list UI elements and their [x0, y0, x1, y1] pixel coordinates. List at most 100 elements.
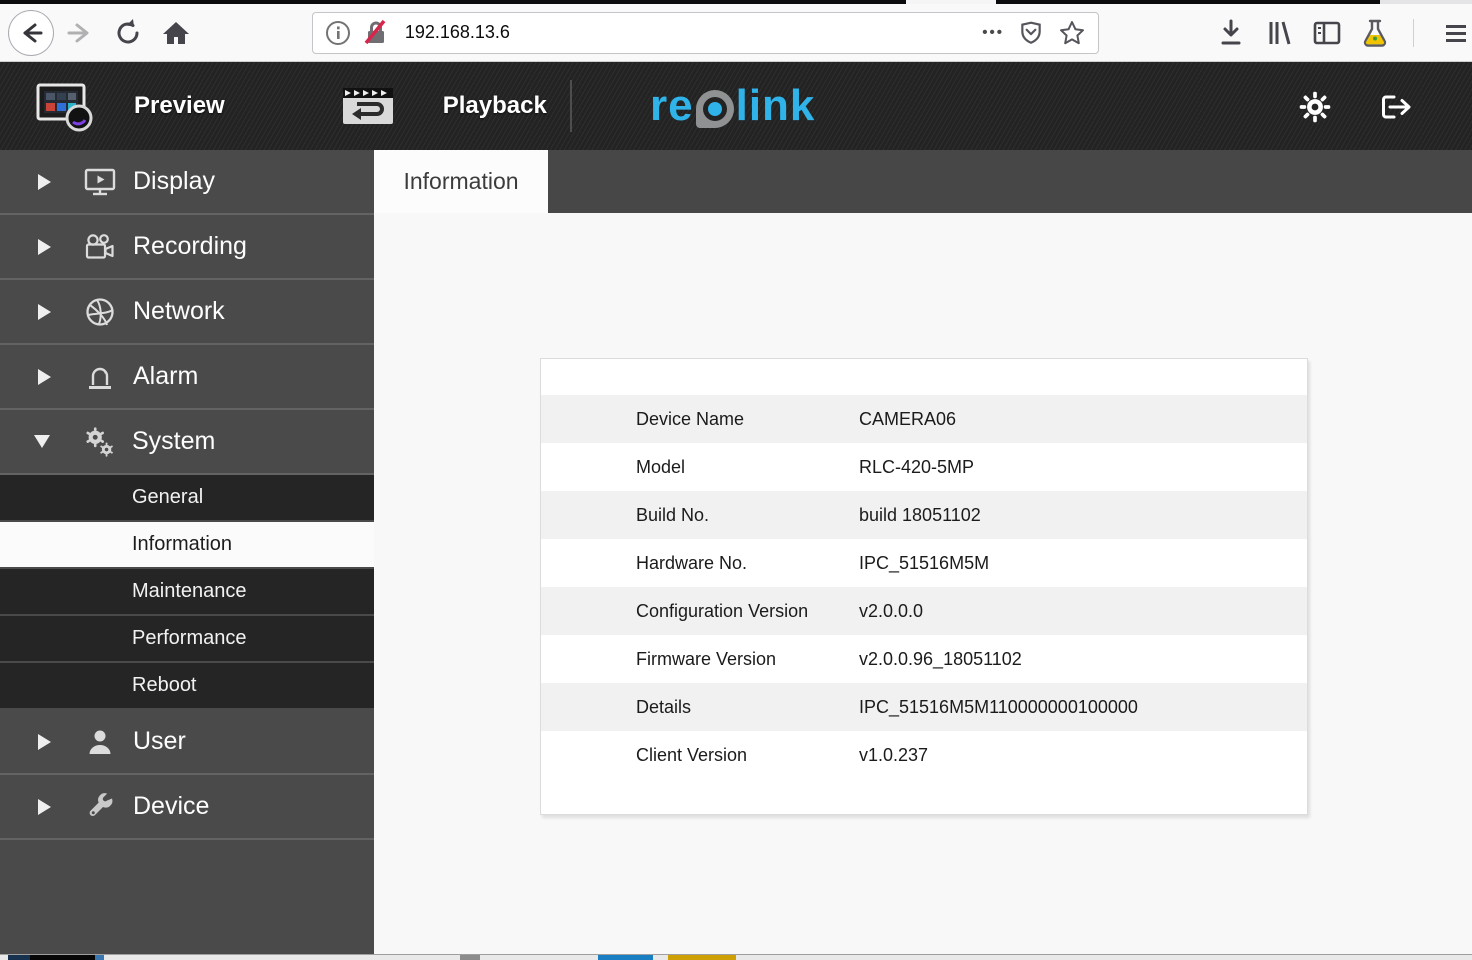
subitem-label: Information [132, 533, 232, 556]
sidebar-item-label: Device [133, 792, 209, 821]
tab-label: Information [403, 168, 518, 195]
subitem-label: General [132, 486, 203, 509]
library-button[interactable] [1263, 17, 1295, 49]
chevron-right-icon [38, 799, 51, 815]
back-icon [15, 17, 47, 49]
sidebar-item-display[interactable]: Display [0, 150, 374, 215]
settings-button[interactable] [1298, 90, 1332, 124]
forward-button[interactable] [63, 17, 95, 49]
sidebar-subitem-general[interactable]: General [0, 475, 374, 522]
row-value: RLC-420-5MP [859, 457, 1307, 478]
reload-button[interactable] [112, 17, 144, 49]
sidebar-item-network[interactable]: Network [0, 280, 374, 345]
reload-icon [112, 17, 144, 49]
home-button[interactable] [160, 17, 192, 49]
playback-tab[interactable]: Playback [337, 78, 547, 134]
download-button[interactable] [1215, 17, 1247, 49]
preview-label: Preview [134, 92, 225, 120]
chevron-right-icon [38, 174, 51, 190]
library-icon [1263, 17, 1295, 49]
toolbar-divider [1413, 19, 1414, 47]
recording-icon [83, 232, 117, 262]
row-label: Client Version [541, 745, 859, 766]
sidebar-toggle-button[interactable] [1311, 17, 1343, 49]
taskbar-segment [460, 955, 480, 960]
row-value: IPC_51516M5M [859, 553, 1307, 574]
sidebar-item-label: Network [133, 297, 225, 326]
flask-button[interactable] [1359, 17, 1391, 49]
pocket-icon[interactable] [1018, 20, 1044, 46]
menu-button[interactable] [1440, 17, 1472, 49]
bookmark-star-icon[interactable] [1058, 19, 1086, 47]
row-value: v1.0.237 [859, 745, 1307, 766]
table-row: Client Version v1.0.237 [541, 731, 1307, 779]
sidebar-item-alarm[interactable]: Alarm [0, 345, 374, 410]
chevron-down-icon [34, 435, 50, 448]
sidebar-subitem-performance[interactable]: Performance [0, 616, 374, 663]
topnav-divider [570, 80, 572, 132]
menu-icon [1440, 17, 1472, 49]
table-row: Details IPC_51516M5M110000000100000 [541, 683, 1307, 731]
sidebar-subitem-information[interactable]: Information [0, 522, 374, 569]
flask-icon [1359, 17, 1391, 49]
taskbar-segment [8, 955, 30, 960]
app-topnav: Preview Playback re link [0, 62, 1472, 150]
row-value: build 18051102 [859, 505, 1307, 526]
table-row: Hardware No. IPC_51516M5M [541, 539, 1307, 587]
row-label: Configuration Version [541, 601, 859, 622]
user-icon [83, 727, 117, 757]
row-value: IPC_51516M5M110000000100000 [859, 697, 1307, 718]
main-panel: Information Device Name CAMERA06 Model R… [374, 150, 1472, 954]
home-icon [160, 17, 192, 49]
alarm-icon [83, 361, 117, 393]
sidebar-item-label: System [132, 427, 215, 456]
sidebar-item-label: Recording [133, 232, 247, 261]
sidebar-item-user[interactable]: User [0, 710, 374, 775]
preview-tab[interactable]: Preview [32, 77, 225, 135]
table-row: Device Name CAMERA06 [541, 395, 1307, 443]
row-value: v2.0.0.0 [859, 601, 1307, 622]
preview-icon [32, 77, 98, 135]
sidebar-subitem-reboot[interactable]: Reboot [0, 663, 374, 710]
sidebar-subitem-maintenance[interactable]: Maintenance [0, 569, 374, 616]
info-icon[interactable] [325, 20, 351, 46]
url-bar[interactable]: 192.168.13.6 ••• [312, 12, 1099, 54]
taskbar-segment [30, 955, 95, 960]
logout-button[interactable] [1378, 90, 1414, 124]
settings-gear-icon [1298, 90, 1332, 124]
table-row: Firmware Version v2.0.0.96_18051102 [541, 635, 1307, 683]
insecure-lock-icon[interactable] [361, 18, 391, 48]
logo-text-link: link [736, 80, 816, 132]
browser-toolbar: 192.168.13.6 ••• [0, 4, 1472, 62]
subitem-label: Maintenance [132, 580, 247, 603]
sidebar-item-device[interactable]: Device [0, 775, 374, 840]
playback-label: Playback [443, 92, 547, 120]
sidebar-item-label: Alarm [133, 362, 198, 391]
tab-information[interactable]: Information [374, 150, 548, 213]
sidebar-item-recording[interactable]: Recording [0, 215, 374, 280]
taskbar-segment [598, 955, 653, 960]
logo-pin-icon [696, 90, 734, 128]
content-tabbar: Information [374, 150, 1472, 213]
reolink-logo: re link [650, 80, 815, 132]
sidebar-item-system[interactable]: System [0, 410, 374, 475]
subitem-label: Performance [132, 627, 247, 650]
table-row: Configuration Version v2.0.0.0 [541, 587, 1307, 635]
sidebar-filler [0, 840, 374, 954]
system-icon [82, 425, 116, 459]
forward-icon [63, 17, 95, 49]
subitem-label: Reboot [132, 674, 197, 697]
sidebar-toggle-icon [1311, 17, 1343, 49]
url-text[interactable]: 192.168.13.6 [405, 22, 982, 43]
row-label: Firmware Version [541, 649, 859, 670]
back-button[interactable] [8, 10, 54, 56]
content-area: Device Name CAMERA06 Model RLC-420-5MP B… [374, 213, 1472, 954]
device-icon [83, 792, 117, 822]
chevron-right-icon [38, 304, 51, 320]
sidebar-item-label: User [133, 727, 186, 756]
table-row: Model RLC-420-5MP [541, 443, 1307, 491]
row-value: CAMERA06 [859, 409, 1307, 430]
row-label: Details [541, 697, 859, 718]
page-actions-icon[interactable]: ••• [982, 24, 1004, 41]
playback-icon [337, 78, 399, 134]
